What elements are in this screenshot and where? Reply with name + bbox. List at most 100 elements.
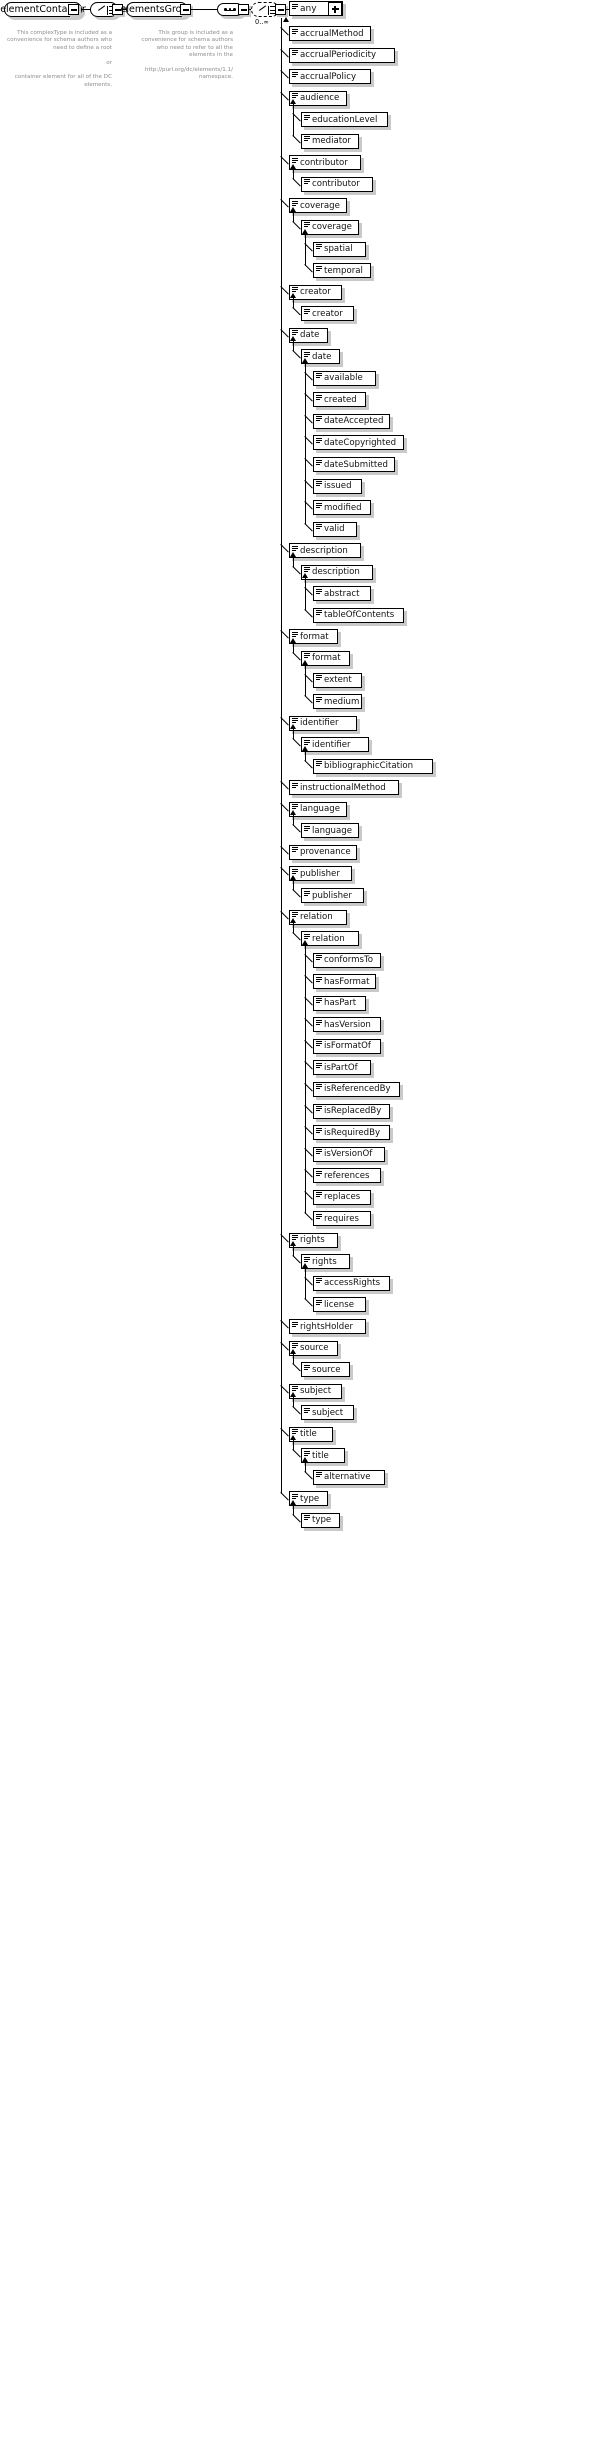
branch-arrow-icon [290, 1349, 297, 1355]
element-box[interactable]: issued [313, 478, 362, 494]
element-label: accrualPolicy [300, 71, 357, 82]
element-box[interactable]: extent [313, 672, 362, 688]
tree-trunk [293, 298, 295, 309]
tree-connector [293, 824, 302, 833]
element-box[interactable]: alternative [313, 1469, 386, 1485]
element-glyph-icon [316, 761, 322, 767]
element-box[interactable]: subject [301, 1405, 355, 1421]
element-box[interactable]: accessRights [313, 1275, 390, 1291]
branch-arrow-icon [290, 163, 297, 169]
tree-connector [305, 1212, 314, 1221]
tree-connector [305, 1277, 314, 1286]
tree-connector [281, 1234, 290, 1243]
element-box[interactable]: accrualPolicy [289, 69, 371, 85]
tree-connector [305, 243, 314, 252]
element-box[interactable]: replaces [313, 1189, 371, 1205]
element-label: bibliographicCitation [324, 761, 414, 772]
element-box[interactable]: instructionalMethod [289, 780, 400, 796]
element-box[interactable]: hasPart [313, 995, 367, 1011]
element-box[interactable]: source [301, 1362, 350, 1378]
element-box[interactable]: relation [289, 909, 347, 925]
element-box[interactable]: abstract [313, 586, 371, 602]
element-box[interactable]: coverage [289, 198, 347, 214]
element-box[interactable]: accrualPeriodicity [289, 47, 395, 63]
tree-connector [281, 286, 290, 295]
tree-connector [293, 932, 302, 941]
element-box[interactable]: accrualMethod [289, 26, 371, 41]
element-box[interactable]: requires [313, 1211, 371, 1227]
element-box[interactable]: modified [313, 500, 371, 516]
element-box[interactable]: isRequiredBy [313, 1125, 390, 1141]
element-box[interactable]: description [301, 564, 374, 580]
element-box[interactable]: publisher [289, 866, 352, 882]
tree-trunk [293, 642, 295, 653]
element-box[interactable]: hasVersion [313, 1017, 381, 1033]
element-box[interactable]: coverage [301, 219, 359, 235]
element-box[interactable]: identifier [289, 715, 357, 731]
element-box[interactable]: isPartOf [313, 1060, 371, 1076]
element-box[interactable]: hasFormat [313, 974, 376, 990]
tree-connector [305, 393, 314, 402]
element-box[interactable]: license [313, 1297, 367, 1313]
element-box[interactable]: isReferencedBy [313, 1081, 400, 1097]
element-glyph-icon [316, 1084, 322, 1090]
element-box[interactable]: description [289, 543, 362, 559]
element-box[interactable]: valid [313, 521, 357, 537]
element-label: issued [324, 481, 352, 492]
element-glyph-icon [316, 675, 322, 681]
element-label: description [312, 567, 360, 578]
element-box[interactable]: creator [301, 306, 355, 322]
element-box[interactable]: identifier [301, 737, 369, 753]
element-box[interactable]: dateSubmitted [313, 457, 395, 472]
tree-connector [281, 781, 290, 790]
element-box[interactable]: created [313, 392, 367, 408]
element-label: accrualMethod [300, 28, 364, 39]
element-glyph-icon [316, 1062, 322, 1069]
element-box[interactable]: spatial [313, 241, 367, 257]
element-box[interactable]: isReplacedBy [313, 1103, 390, 1119]
element-box[interactable]: medium [313, 694, 362, 710]
branch-arrow-icon [302, 228, 309, 234]
tree-connector [293, 1449, 302, 1458]
tree-trunk [305, 233, 307, 266]
element-box[interactable]: language [289, 801, 347, 817]
element-glyph-icon [304, 1407, 310, 1414]
tree-trunk [293, 341, 295, 352]
element-box[interactable]: available [313, 370, 376, 386]
element-box[interactable]: dateAccepted [313, 413, 390, 429]
element-box[interactable]: mediator [301, 133, 359, 149]
element-box[interactable]: educationLevel [301, 112, 388, 128]
element-box[interactable]: temporal [313, 263, 371, 279]
element-box[interactable]: relation [301, 931, 359, 947]
tree-connector [305, 975, 314, 984]
element-box[interactable]: language [301, 823, 359, 839]
tree-connector [281, 1320, 290, 1329]
element-box[interactable]: creator [289, 284, 343, 300]
element-box[interactable]: provenance [289, 844, 357, 860]
element-label: mediator [312, 136, 351, 147]
element-box[interactable]: conformsTo [313, 952, 381, 968]
element-box[interactable]: tableOfContents [313, 607, 405, 623]
branch-arrow-icon [302, 1262, 309, 1268]
element-box[interactable]: references [313, 1168, 381, 1184]
element-box[interactable]: bibliographicCitation [313, 758, 433, 774]
element-box[interactable]: audience [289, 90, 347, 106]
element-box[interactable]: subject [289, 1383, 343, 1399]
element-box[interactable]: rightsHolder [289, 1319, 366, 1334]
element-label: contributor [312, 179, 360, 190]
branch-arrow-icon [290, 1241, 297, 1247]
tree-connector [293, 307, 302, 316]
tree-connector [281, 1342, 290, 1351]
element-box[interactable]: publisher [301, 888, 364, 903]
element-box[interactable]: contributor [289, 155, 362, 171]
element-label: hasFormat [324, 976, 370, 987]
element-box[interactable]: isFormatOf [313, 1038, 381, 1054]
element-box[interactable]: isVersionOf [313, 1146, 386, 1162]
element-box[interactable]: contributor [301, 176, 374, 192]
element-box[interactable]: dateCopyrighted [313, 435, 405, 451]
element-glyph-icon [304, 308, 310, 315]
element-label: description [300, 545, 348, 556]
tree-trunk [281, 18, 283, 1494]
element-label: identifier [300, 718, 339, 729]
element-box[interactable]: type [301, 1512, 340, 1528]
